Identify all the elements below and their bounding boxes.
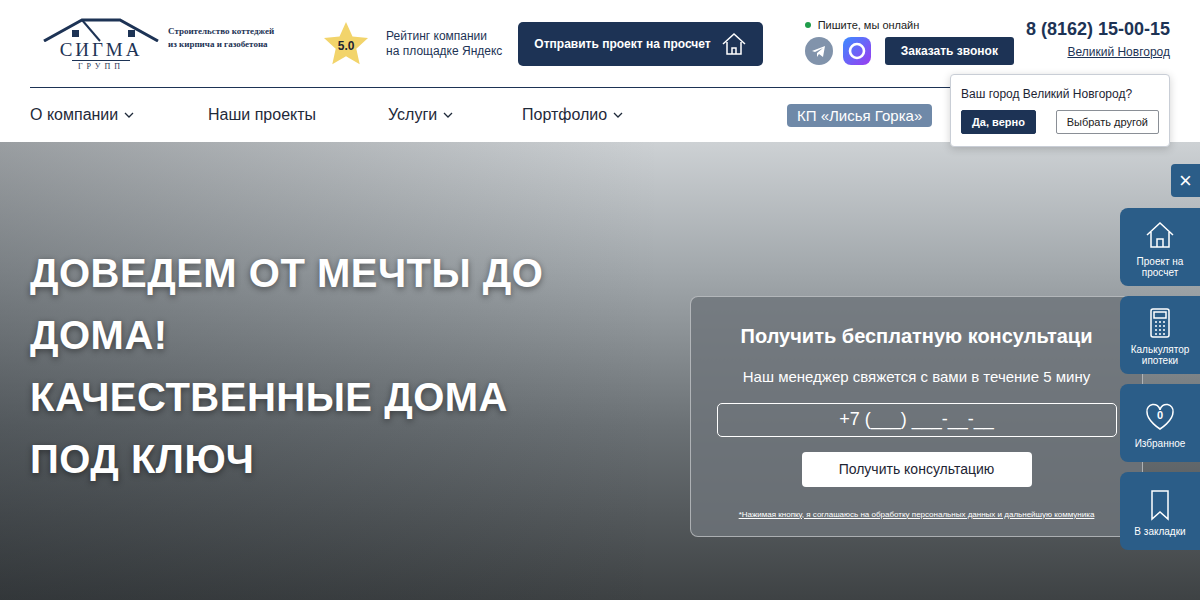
side-panel: × Проект напросчет Калькуляторипотеки 0Избр… xyxy=(1120,164,1200,550)
consultation-button[interactable]: Получить консультацию xyxy=(802,452,1032,487)
rating-text: Рейтинг компаниина площадке Яндекс xyxy=(386,29,502,59)
action-row: Заказать звонок xyxy=(805,37,1014,65)
max-messenger-icon[interactable] xyxy=(843,37,871,65)
hero-title: ДОВЕДЕМ ОТ МЕЧТЫ ДОДОМА!КАЧЕСТВЕННЫЕ ДОМ… xyxy=(30,242,543,490)
bookmark-icon xyxy=(1143,488,1177,522)
side-panel-item[interactable]: Калькуляторипотеки xyxy=(1120,296,1200,374)
side-panel-item[interactable]: 0Избранное xyxy=(1120,384,1200,462)
logo[interactable]: СИГМАГРУПП Строительство коттеджейиз кирп… xyxy=(42,16,274,72)
city-question: Ваш город Великий Новгород? xyxy=(961,87,1159,101)
phone-input[interactable] xyxy=(717,403,1117,437)
calculator-icon xyxy=(1143,306,1177,340)
chevron-down-icon xyxy=(124,112,134,118)
logo-sub: ГРУПП xyxy=(72,60,130,72)
confirm-city-button[interactable]: Да, верно xyxy=(961,110,1036,134)
chevron-down-icon xyxy=(443,112,453,118)
tagline: Строительство коттеджейиз кирпича и газо… xyxy=(168,25,274,51)
contact-actions: Пишите, мы онлайн Заказать звонок xyxy=(805,19,1014,65)
city-popup: Ваш город Великий Новгород? Да, верно Выбр… xyxy=(950,74,1170,147)
callback-button[interactable]: Заказать звонок xyxy=(885,37,1014,65)
city-popup-actions: Да, верно Выбрать другой xyxy=(961,110,1159,134)
side-panel-item[interactable]: В закладки xyxy=(1120,472,1200,550)
nav-item[interactable]: КП «Лисья Горка» xyxy=(787,104,932,127)
send-project-button[interactable]: Отправить проект на просчет xyxy=(518,22,762,66)
rating[interactable]: 5.0 Рейтинг компаниина площадке Яндекс xyxy=(322,20,502,68)
side-panel-close-button[interactable]: × xyxy=(1171,164,1200,197)
house-icon xyxy=(1143,218,1177,252)
roof-icon xyxy=(42,16,160,42)
house-icon xyxy=(721,31,747,57)
nav-item[interactable]: Услуги xyxy=(388,106,453,124)
contacts: 8 (8162) 15-00-15 Великий Новгород xyxy=(1026,19,1170,59)
hero: ДОВЕДЕМ ОТ МЕЧТЫ ДОДОМА!КАЧЕСТВЕННЫЕ ДОМ… xyxy=(0,142,1200,600)
rating-badge: 5.0 xyxy=(322,20,370,68)
nav-item[interactable]: О компании xyxy=(30,106,134,124)
online-status: Пишите, мы онлайн xyxy=(805,19,1014,31)
logo-name: СИГМА xyxy=(60,40,143,60)
online-dot xyxy=(805,22,811,28)
form-title: Получить бесплатную консультаци xyxy=(741,325,1093,348)
telegram-icon[interactable] xyxy=(805,37,833,65)
form-subtitle: Наш менеджер свяжется с вами в течение 5… xyxy=(743,368,1090,385)
nav-item[interactable]: Наши проекты xyxy=(208,106,316,124)
choose-city-button[interactable]: Выбрать другой xyxy=(1056,110,1159,134)
side-panel-item[interactable]: Проект напросчет xyxy=(1120,208,1200,286)
phone-link[interactable]: 8 (8162) 15-00-15 xyxy=(1026,19,1170,40)
consultation-form: Получить бесплатную консультаци Наш менед… xyxy=(690,296,1143,537)
page: СИГМАГРУПП Строительство коттеджейиз кирп… xyxy=(0,0,1200,600)
header-right: Пишите, мы онлайнЗаказать звонок8 (8162)… xyxy=(805,23,1170,65)
logo-mark: СИГМАГРУПП xyxy=(42,16,160,72)
consent-note[interactable]: *Нажимая кнопку, я соглашаюсь на обработ… xyxy=(717,509,1117,520)
city-link[interactable]: Великий Новгород xyxy=(1067,45,1170,59)
favorites-count: 0 xyxy=(1157,410,1163,421)
nav-item[interactable]: Портфолио xyxy=(522,106,623,124)
chevron-down-icon xyxy=(613,112,623,118)
